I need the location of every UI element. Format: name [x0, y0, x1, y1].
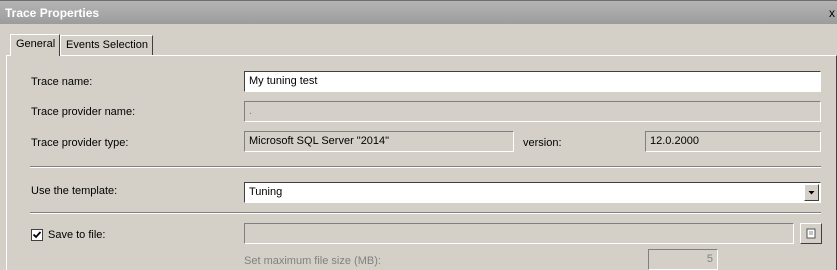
template-dropdown[interactable]: Tuning: [244, 182, 821, 203]
browse-button[interactable]: [800, 223, 822, 244]
dropdown-button[interactable]: [804, 184, 819, 201]
checkmark-icon: [32, 231, 42, 239]
trace-provider-type-field: Microsoft SQL Server "2014": [244, 131, 514, 152]
folder-browse-icon: [806, 228, 816, 239]
save-to-file-label: Save to file:: [48, 229, 106, 241]
trace-name-label: Trace name:: [31, 76, 93, 88]
template-label: Use the template:: [31, 185, 118, 197]
close-icon[interactable]: x: [827, 7, 837, 19]
window-title: Trace Properties: [5, 6, 100, 20]
trace-provider-name-label: Trace provider name:: [31, 106, 136, 118]
tab-events-selection[interactable]: Events Selection: [60, 35, 153, 55]
save-to-file-path-field[interactable]: [244, 223, 794, 244]
chevron-down-icon: [808, 191, 815, 195]
version-field: 12.0.2000: [645, 131, 821, 152]
title-bar: Trace Properties x: [0, 0, 837, 24]
save-to-file-checkbox[interactable]: [31, 229, 43, 241]
tab-events-selection-label: Events Selection: [66, 39, 148, 51]
tab-general-label: General: [16, 38, 56, 50]
trace-name-input[interactable]: My tuning test: [244, 71, 821, 92]
separator: [30, 166, 821, 168]
tab-general[interactable]: General: [10, 34, 60, 56]
version-label: version:: [523, 137, 562, 149]
separator: [30, 212, 821, 214]
template-selected-value: Tuning: [249, 186, 283, 198]
max-file-size-label: Set maximum file size (MB):: [244, 255, 381, 267]
trace-provider-name-field: .: [244, 101, 821, 122]
max-file-size-field[interactable]: 5: [648, 249, 718, 270]
trace-provider-type-label: Trace provider type:: [31, 137, 129, 149]
